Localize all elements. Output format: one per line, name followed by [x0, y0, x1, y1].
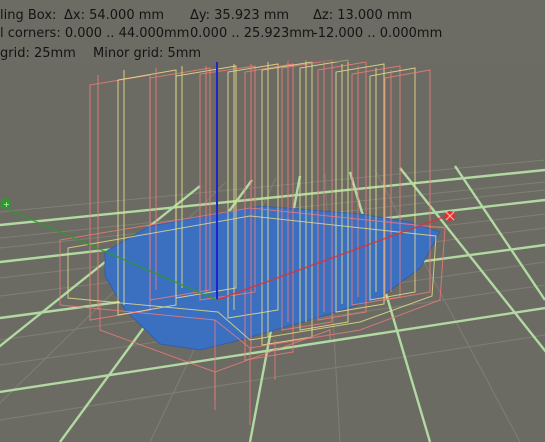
- minor-grid-value: Minor grid: 5mm: [93, 46, 202, 61]
- svg-text:+: +: [3, 200, 10, 209]
- corners-y-range: 0.000 .. 25.923mm: [190, 26, 315, 41]
- grid-line-major: [454, 165, 545, 301]
- corners-z-range: -12.000 .. 0.000mm: [313, 26, 443, 41]
- y-axis-marker-icon: +: [1, 198, 11, 209]
- scene-canvas[interactable]: +: [0, 0, 545, 442]
- bounding-box-label: ling Box:: [0, 8, 57, 23]
- grid-line-major: [348, 171, 432, 442]
- grid-line-major: [399, 167, 545, 353]
- grid-line-minor: [0, 334, 545, 421]
- mesh-part[interactable]: [104, 205, 441, 351]
- 3d-viewport[interactable]: + ling Box: Δx: 54.000 mm Δy: 35.923 mm …: [0, 0, 545, 442]
- delta-z-value: Δz: 13.000 mm: [313, 8, 413, 23]
- delta-y-value: Δy: 35.923 mm: [190, 8, 290, 23]
- delta-x-value: Δx: 54.000 mm: [64, 8, 165, 23]
- x-axis-marker-icon: [445, 211, 455, 221]
- major-grid-value: grid: 25mm: [0, 46, 76, 61]
- corners-x-range: l corners: 0.000 .. 44.000mm: [0, 26, 190, 41]
